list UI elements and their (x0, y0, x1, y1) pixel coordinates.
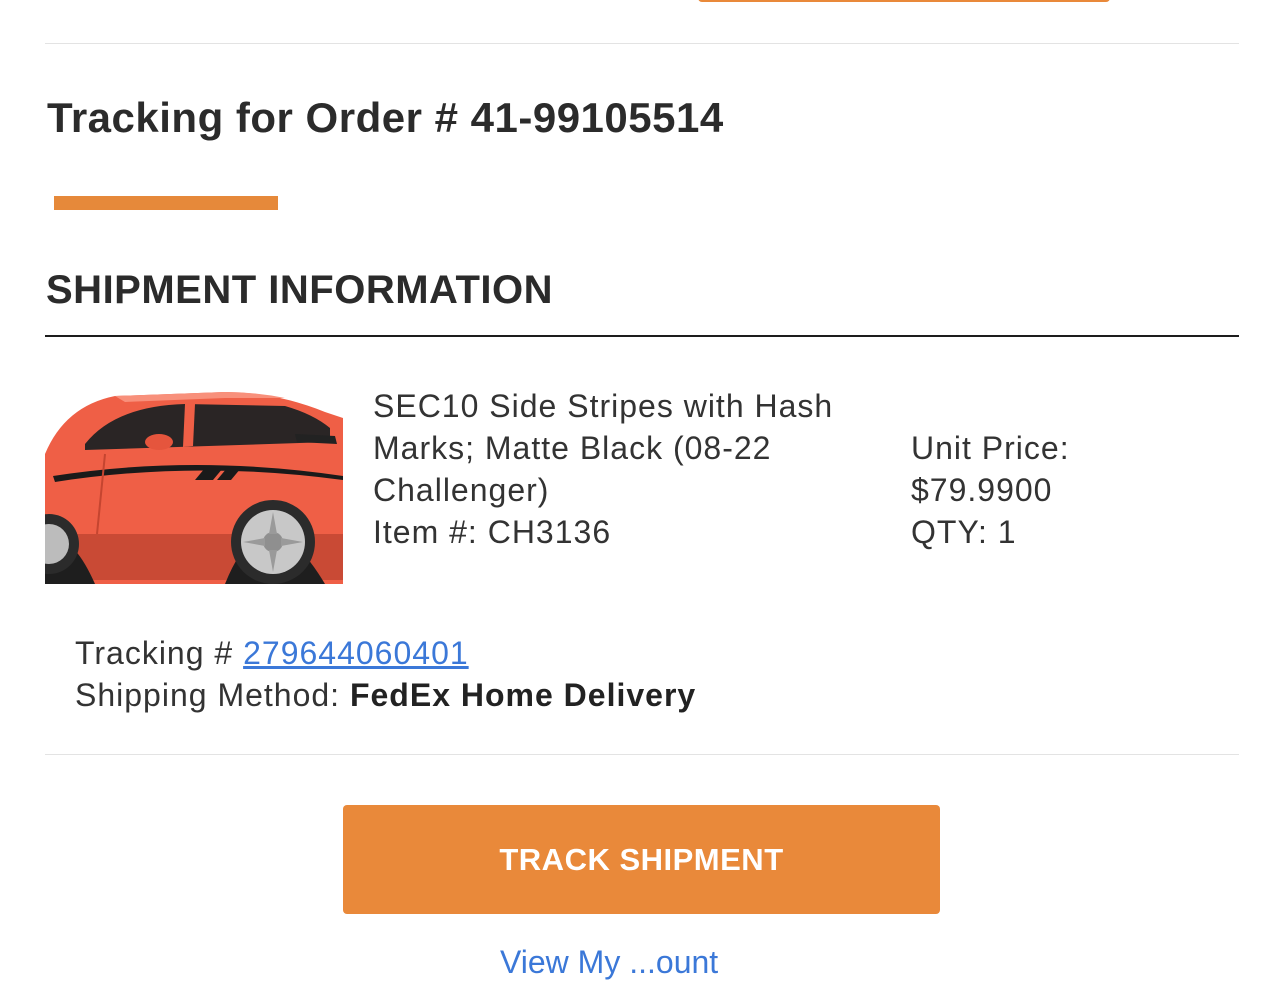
quantity: QTY: 1 (911, 514, 1017, 550)
track-shipment-button[interactable]: TRACK SHIPMENT (343, 805, 940, 914)
shipping-line: Shipping Method: FedEx Home Delivery (75, 674, 696, 716)
bottom-divider (45, 754, 1239, 755)
top-divider (45, 43, 1239, 44)
bottom-link[interactable]: View My ...ount (500, 944, 718, 981)
section-title: SHIPMENT INFORMATION (46, 268, 554, 312)
shipping-method: FedEx Home Delivery (349, 677, 697, 713)
tracking-line: Tracking # 279644060401 (75, 632, 469, 674)
accent-bar (54, 196, 278, 210)
price-block: Unit Price: $79.9900 QTY: 1 (911, 427, 1070, 553)
car-image (45, 384, 343, 584)
unit-price: $79.9900 (911, 472, 1053, 508)
product-image[interactable] (45, 384, 343, 584)
tracking-number-link[interactable]: 279644060401 (243, 635, 469, 671)
shipping-method-label: Shipping Method: (75, 677, 341, 713)
item-number: Item #: CH3136 (373, 514, 612, 550)
top-button-edge[interactable] (698, 0, 1110, 2)
product-name: SEC10 Side Stripes with Hash Marks; Matt… (373, 388, 834, 508)
unit-price-label: Unit Price: (911, 430, 1070, 466)
section-divider (45, 335, 1239, 337)
page-title: Tracking for Order # 41-99105514 (47, 94, 724, 141)
tracking-label: Tracking # (75, 635, 234, 671)
